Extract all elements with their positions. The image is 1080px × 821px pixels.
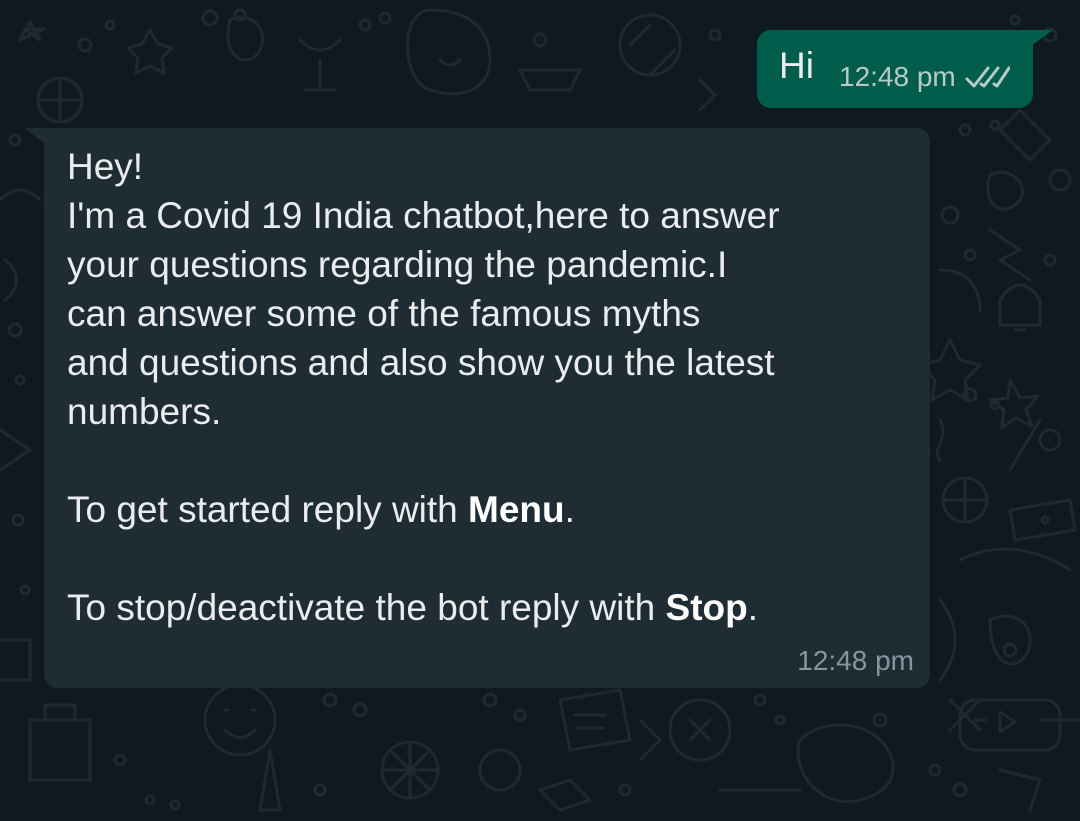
outgoing-bubble-tail xyxy=(1031,30,1053,46)
menu-instruction-prefix: To get started reply with xyxy=(67,489,469,530)
outgoing-message-bubble[interactable]: Hi 12:48 pm xyxy=(757,30,1053,108)
stop-instruction-suffix: . xyxy=(747,587,758,628)
message-line: numbers. xyxy=(67,391,222,432)
incoming-message-text: Hey! I'm a Covid 19 India chatbot,here t… xyxy=(67,142,907,632)
message-line: Hey! xyxy=(67,146,144,187)
stop-instruction-prefix: To stop/deactivate the bot reply with xyxy=(67,587,666,628)
outgoing-message-meta: 12:48 pm xyxy=(839,60,1010,94)
message-line: your questions regarding the pandemic.I xyxy=(67,244,728,285)
incoming-bubble-tail xyxy=(24,128,46,144)
chat-area: Hi 12:48 pm Hey! I'm a Covid 19 India ch… xyxy=(0,0,1080,821)
stop-keyword: Stop xyxy=(665,587,748,628)
message-line: and questions and also show you the late… xyxy=(67,342,775,383)
incoming-message-time: 12:48 pm xyxy=(797,645,914,676)
menu-instruction-suffix: . xyxy=(564,489,575,530)
incoming-message-bubble[interactable]: Hey! I'm a Covid 19 India chatbot,here t… xyxy=(24,128,930,688)
outgoing-message-time: 12:48 pm xyxy=(839,61,956,92)
outgoing-message-text: Hi xyxy=(779,45,814,86)
stop-instruction-line: To stop/deactivate the bot reply with St… xyxy=(67,583,907,632)
menu-keyword: Menu xyxy=(468,489,565,530)
message-line: I'm a Covid 19 India chatbot,here to ans… xyxy=(67,195,780,236)
message-line: can answer some of the famous myths xyxy=(67,293,701,334)
menu-instruction-line: To get started reply with Menu. xyxy=(67,485,907,534)
double-check-icon xyxy=(965,66,1010,88)
